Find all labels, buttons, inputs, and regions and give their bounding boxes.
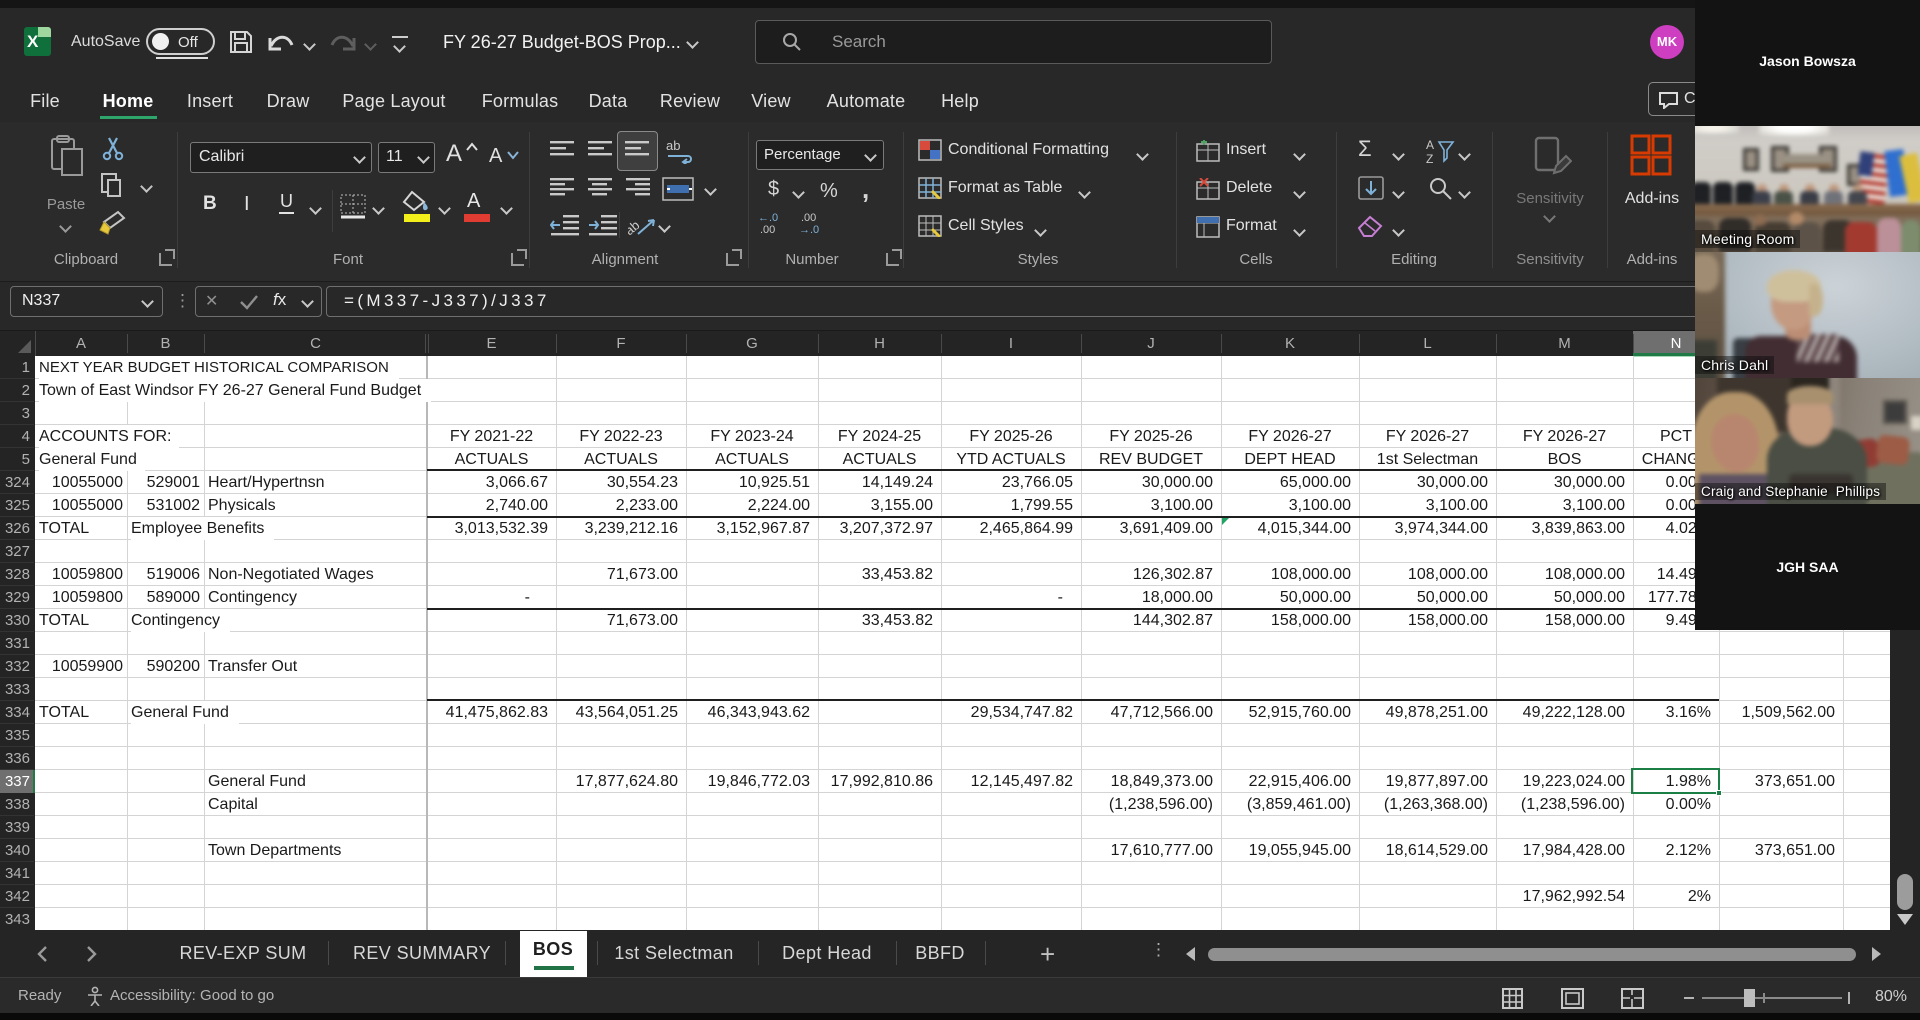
svg-text:Z: Z bbox=[1426, 152, 1433, 164]
svg-text:.00: .00 bbox=[801, 212, 816, 224]
svg-text:←.0: ←.0 bbox=[758, 212, 778, 224]
svg-text:A: A bbox=[1426, 138, 1434, 152]
svg-text:ab: ab bbox=[628, 217, 642, 238]
svg-text:→.0: →.0 bbox=[799, 224, 819, 234]
svg-text:ab: ab bbox=[666, 138, 680, 153]
svg-text:.00: .00 bbox=[760, 224, 775, 234]
